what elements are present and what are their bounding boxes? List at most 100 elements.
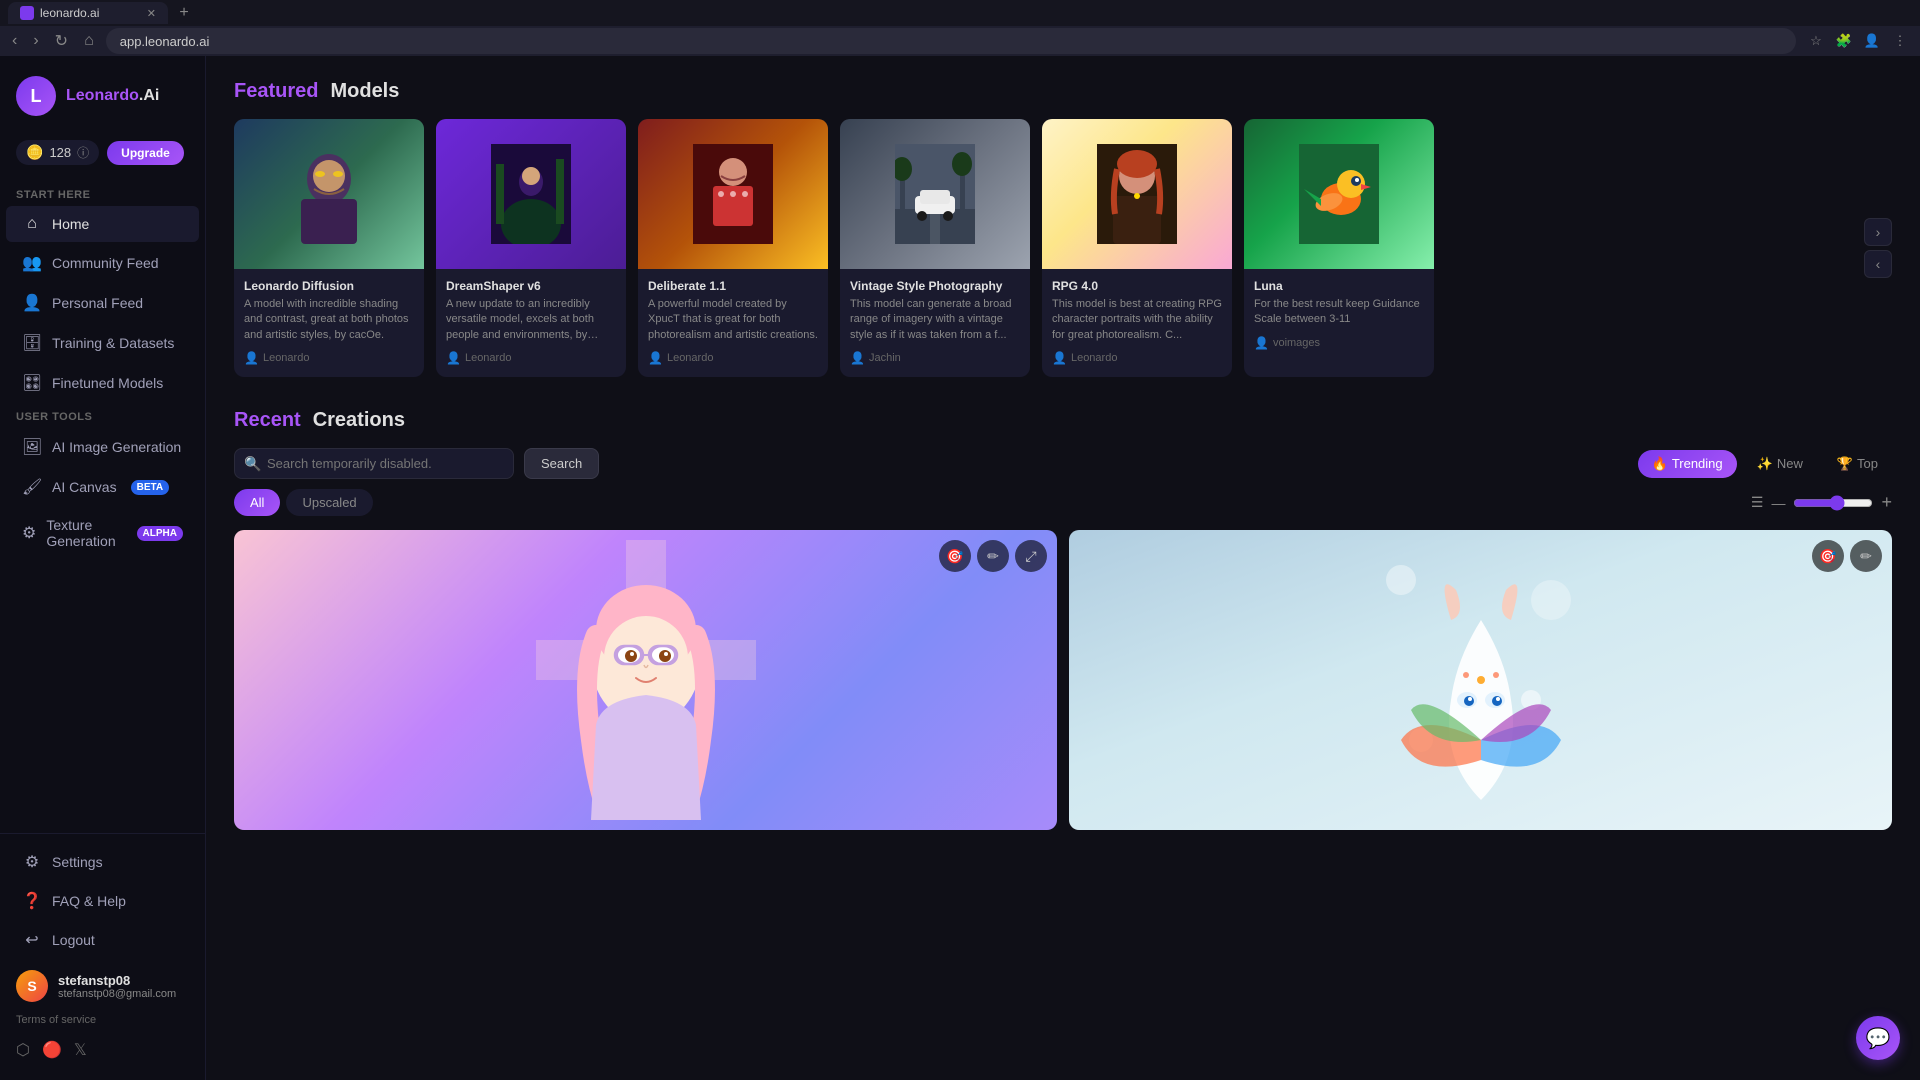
forward-button[interactable]: › <box>29 28 42 54</box>
model-card-luna[interactable]: Luna For the best result keep Guidance S… <box>1244 119 1434 377</box>
active-tab[interactable]: leonardo.ai ✕ <box>8 2 168 24</box>
image-1-expand-btn[interactable]: ⤢ <box>1015 540 1047 572</box>
model-card-vintage[interactable]: Vintage Style Photography This model can… <box>840 119 1030 377</box>
sort-new-tab[interactable]: ✨ New <box>1743 450 1817 478</box>
model-card-dreamshaper[interactable]: DreamShaper v6 A new update to an incred… <box>436 119 626 377</box>
carousel-prev-btn[interactable]: ‹ <box>1864 250 1892 278</box>
search-input[interactable] <box>234 448 514 479</box>
back-button[interactable]: ‹ <box>8 28 21 54</box>
nav-bar: ‹ › ↻ ⌂ ☆ 🧩 👤 ⋮ <box>0 26 1920 56</box>
view-controls: ☰ — + <box>1751 492 1892 513</box>
image-1-actions: 🎯 ✏ ⤢ <box>939 540 1047 572</box>
sidebar-item-ai-image[interactable]: 🖼 AI Image Generation <box>6 428 199 466</box>
discord-icon[interactable]: ⬡ <box>16 1040 30 1060</box>
image-1-model-btn[interactable]: 🎯 <box>939 540 971 572</box>
author-icon: 👤 <box>648 351 663 365</box>
sidebar-item-settings[interactable]: ⚙ Settings <box>6 843 199 881</box>
model-name: Deliberate 1.1 <box>648 279 818 293</box>
author-icon: 👤 <box>1052 351 1067 365</box>
image-card-1[interactable]: 🎯 ✏ ⤢ <box>234 530 1057 830</box>
carousel-next-btn[interactable]: › <box>1864 218 1892 246</box>
user-tools-label: User Tools <box>0 403 205 427</box>
ai-canvas-icon: 🖌 <box>22 477 42 497</box>
profile-icon[interactable]: 👤 <box>1860 29 1884 53</box>
image-1-edit-btn[interactable]: ✏ <box>977 540 1009 572</box>
tab-label: leonardo.ai <box>40 6 99 20</box>
sidebar-item-finetuned[interactable]: 🎛 Finetuned Models <box>6 364 199 402</box>
zoom-slider[interactable] <box>1793 495 1873 511</box>
credits-row: 🪙 128 ⓘ Upgrade <box>0 132 205 173</box>
sidebar-item-training[interactable]: 🗄 Training & Datasets <box>6 324 199 362</box>
sort-top-tab[interactable]: 🏆 Top <box>1823 450 1892 478</box>
twitter-icon[interactable]: 𝕏 <box>74 1040 87 1060</box>
star-icon[interactable]: ☆ <box>1804 29 1828 53</box>
reload-button[interactable]: ↻ <box>51 27 72 55</box>
add-view-btn[interactable]: + <box>1881 492 1892 513</box>
sidebar: L Leonardo.Ai 🪙 128 ⓘ Upgrade Start Here… <box>0 56 206 1080</box>
image-card-2[interactable]: 🎯 ✏ <box>1069 530 1892 830</box>
upgrade-button[interactable]: Upgrade <box>107 141 184 165</box>
image-2-actions: 🎯 ✏ <box>1812 540 1882 572</box>
sidebar-item-logout[interactable]: ↩ Logout <box>6 921 199 959</box>
sort-trending-tab[interactable]: 🔥 Trending <box>1638 450 1737 478</box>
credits-coin-icon: 🪙 <box>26 144 43 161</box>
info-icon[interactable]: ⓘ <box>77 144 89 161</box>
sidebar-item-training-label: Training & Datasets <box>52 335 174 351</box>
model-desc: A new update to an incredibly versatile … <box>446 297 616 343</box>
author-name: Leonardo <box>1071 352 1118 364</box>
user-info: stefanstp08 stefanstp08@gmail.com <box>58 973 176 1000</box>
sidebar-logo: L Leonardo.Ai <box>0 56 205 132</box>
zoom-out-btn[interactable]: — <box>1771 495 1785 511</box>
start-here-label: Start Here <box>0 181 205 205</box>
model-card-leonardo-diffusion[interactable]: Leonardo Diffusion A model with incredib… <box>234 119 424 377</box>
model-info-deliberate: Deliberate 1.1 A powerful model created … <box>638 269 828 377</box>
tab-close-btn[interactable]: ✕ <box>147 7 156 20</box>
sidebar-bottom: ⚙ Settings ❓ FAQ & Help ↩ Logout S stefa… <box>0 833 205 1080</box>
model-image-luna <box>1244 119 1434 269</box>
sidebar-item-personal-feed[interactable]: 👤 Personal Feed <box>6 284 199 322</box>
search-button[interactable]: Search <box>524 448 599 479</box>
settings-icon: ⚙ <box>22 852 42 872</box>
model-image-dreamshaper <box>436 119 626 269</box>
user-name: stefanstp08 <box>58 973 176 988</box>
terms-link[interactable]: Terms of service <box>0 1012 205 1034</box>
tab-favicon <box>20 6 34 20</box>
filter-upscaled-tab[interactable]: Upscaled <box>286 489 372 516</box>
model-card-deliberate[interactable]: Deliberate 1.1 A powerful model created … <box>638 119 828 377</box>
reddit-icon[interactable]: 🔴 <box>42 1040 62 1060</box>
home-nav-button[interactable]: ⌂ <box>80 28 98 54</box>
model-image-leonardo-diffusion <box>234 119 424 269</box>
new-tab-button[interactable]: + <box>172 1 196 25</box>
chat-bubble[interactable]: 💬 <box>1856 1016 1900 1060</box>
extensions-icon[interactable]: 🧩 <box>1832 29 1856 53</box>
sort-new-label: New <box>1777 456 1803 471</box>
model-author: 👤 Leonardo <box>244 351 414 365</box>
sidebar-item-ai-canvas-label: AI Canvas <box>52 479 117 495</box>
model-desc: A powerful model created by XpucT that i… <box>648 297 818 343</box>
user-profile[interactable]: S stefanstp08 stefanstp08@gmail.com <box>0 960 205 1012</box>
logo-text: Leonardo.Ai <box>66 87 159 105</box>
author-name: Leonardo <box>465 352 512 364</box>
image-2-placeholder <box>1069 530 1892 830</box>
home-icon: ⌂ <box>22 215 42 233</box>
tab-bar: leonardo.ai ✕ + <box>0 0 1920 26</box>
sidebar-item-community-feed[interactable]: 👥 Community Feed <box>6 244 199 282</box>
model-name: RPG 4.0 <box>1052 279 1222 293</box>
image-2-edit-btn[interactable]: ✏ <box>1850 540 1882 572</box>
images-grid: 🎯 ✏ ⤢ <box>234 530 1892 830</box>
sidebar-item-logout-label: Logout <box>52 932 95 948</box>
model-info-rpg: RPG 4.0 This model is best at creating R… <box>1042 269 1232 377</box>
address-bar[interactable] <box>106 28 1796 54</box>
list-view-btn[interactable]: ☰ <box>1751 494 1764 511</box>
sidebar-item-texture[interactable]: ⚙ Texture Generation ALPHA <box>6 508 199 558</box>
model-image-vintage <box>840 119 1030 269</box>
image-2-model-btn[interactable]: 🎯 <box>1812 540 1844 572</box>
sidebar-item-faq[interactable]: ❓ FAQ & Help <box>6 882 199 920</box>
sidebar-item-home[interactable]: ⌂ Home <box>6 206 199 242</box>
menu-icon[interactable]: ⋮ <box>1888 29 1912 53</box>
model-card-rpg[interactable]: RPG 4.0 This model is best at creating R… <box>1042 119 1232 377</box>
logout-icon: ↩ <box>22 930 42 950</box>
author-icon: 👤 <box>850 351 865 365</box>
filter-all-tab[interactable]: All <box>234 489 280 516</box>
sidebar-item-ai-canvas[interactable]: 🖌 AI Canvas BETA <box>6 468 199 506</box>
